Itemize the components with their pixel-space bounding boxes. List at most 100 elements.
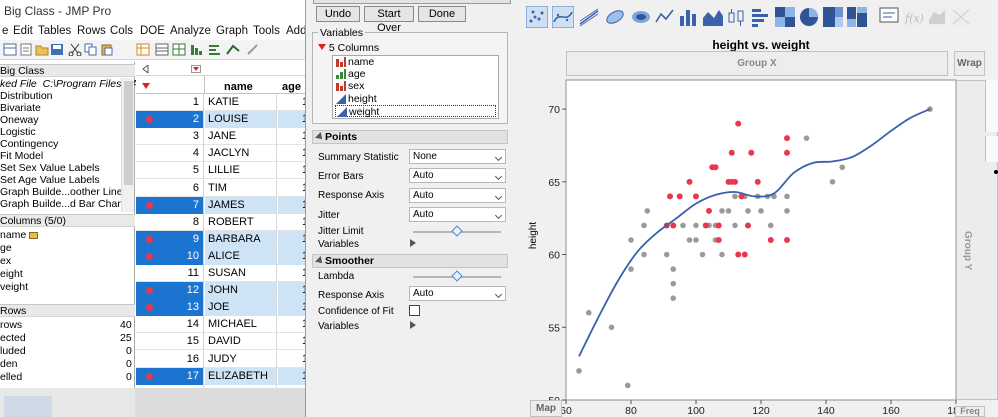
jitter-limit-label: Jitter Limit [318, 226, 364, 237]
variable-item-name[interactable]: name [335, 56, 496, 68]
smoother-section-header[interactable]: Smoother [312, 254, 508, 268]
data-point [767, 222, 774, 229]
y-tick-label: 70 [548, 104, 560, 116]
line-of-fit-icon[interactable] [578, 6, 600, 28]
y-axis-title[interactable]: height [528, 222, 539, 249]
smoother-icon[interactable] [552, 6, 574, 28]
jitter-label: Jitter [318, 210, 340, 221]
data-point-selected [667, 193, 673, 200]
jitter-dropdown[interactable]: Auto [409, 207, 506, 222]
y-tick-label: 65 [548, 177, 560, 189]
data-point [784, 193, 790, 200]
variable-item-weight[interactable]: weight [335, 104, 496, 118]
variables-group-title: Variables [318, 27, 365, 39]
data-point-selected [712, 164, 719, 171]
data-point-selected [784, 149, 790, 156]
data-point [670, 280, 677, 287]
data-point [803, 135, 810, 141]
map-shapes-icon[interactable] [926, 6, 948, 28]
smoother-response-axis-dropdown[interactable]: Auto [409, 286, 506, 301]
data-point-selected [767, 237, 774, 243]
data-point [745, 208, 751, 214]
right-zone-2[interactable] [985, 136, 998, 162]
x-tick-label: 160 [882, 405, 900, 417]
treemap-icon[interactable] [822, 6, 844, 28]
points-variables-expand-icon[interactable] [410, 239, 416, 247]
data-point [719, 251, 725, 258]
mosaic-icon[interactable] [846, 6, 868, 28]
columns-header[interactable]: 5 Columns [318, 42, 379, 54]
data-point [663, 251, 670, 258]
data-point [576, 368, 582, 374]
undo-button[interactable]: Undo [316, 6, 360, 22]
histogram-icon[interactable] [750, 6, 772, 28]
data-point-selected [715, 222, 722, 229]
data-point [732, 193, 738, 200]
points-section-header[interactable]: Points [312, 130, 508, 144]
data-point [670, 295, 677, 301]
smoother-response-axis-label: Response Axis [318, 290, 385, 301]
error-bars-dropdown[interactable]: Auto [409, 168, 506, 183]
start-over-button[interactable]: Start Over [364, 6, 414, 34]
data-point [699, 251, 706, 258]
smoother-variables-label: Variables [318, 321, 359, 332]
variable-label: name [348, 56, 375, 68]
response-axis-label: Response Axis [318, 190, 385, 201]
variable-label: weight [349, 105, 380, 118]
confidence-of-fit-checkbox[interactable] [409, 305, 420, 316]
y-tick-label: 60 [548, 250, 560, 262]
data-point-selected [702, 222, 709, 229]
confidence-of-fit-label: Confidence of Fit [318, 306, 394, 317]
x-tick-label: 140 [817, 405, 835, 417]
parallel-icon[interactable] [950, 6, 972, 28]
variable-label: sex [348, 80, 365, 93]
points-icon[interactable] [526, 6, 548, 28]
data-point [644, 208, 651, 214]
data-point [693, 222, 699, 229]
heatmap-icon[interactable] [774, 6, 796, 28]
map-zone[interactable]: Map [530, 400, 562, 417]
data-point-selected [735, 120, 742, 127]
data-point [628, 266, 634, 272]
wrap-zone[interactable]: Wrap [954, 51, 985, 76]
response-axis-dropdown[interactable]: Auto [409, 188, 506, 203]
variable-item-sex[interactable]: sex [335, 80, 496, 92]
x-tick-label: 120 [752, 405, 770, 417]
variable-item-age[interactable]: age [335, 68, 496, 80]
summary-statistic-dropdown[interactable]: None [409, 149, 506, 164]
data-point-selected [735, 251, 742, 258]
data-point-selected [670, 222, 677, 229]
y-tick-label: 55 [548, 322, 560, 334]
bar-icon[interactable] [678, 6, 700, 28]
right-zone-1[interactable] [985, 80, 998, 132]
data-point [585, 309, 592, 316]
data-point [641, 251, 647, 258]
data-point [608, 324, 615, 331]
done-button[interactable]: Done [418, 6, 466, 22]
data-point [839, 164, 846, 171]
gb-top-bar [313, 0, 511, 4]
freq-zone[interactable]: Freq [955, 406, 985, 417]
variable-item-height[interactable]: height [335, 93, 496, 105]
ellipse-icon[interactable] [604, 6, 626, 28]
data-point [829, 179, 836, 185]
contour-icon[interactable] [630, 6, 652, 28]
data-point [693, 237, 699, 243]
data-point-selected [784, 135, 790, 142]
error-bars-label: Error Bars [318, 171, 364, 182]
line-icon[interactable] [654, 6, 676, 28]
data-point [670, 266, 677, 272]
group-y-label: Group Y [962, 231, 973, 271]
lambda-label: Lambda [318, 271, 355, 282]
box-plot-icon[interactable] [726, 6, 748, 28]
data-point [725, 208, 732, 214]
variable-list-items: name age sex height weight [333, 56, 498, 118]
caption-box-icon[interactable] [878, 6, 900, 28]
area-icon[interactable] [702, 6, 724, 28]
formula-icon[interactable]: f(x) [902, 6, 924, 28]
data-point-selected [754, 178, 761, 185]
smoother-variables-expand-icon[interactable] [410, 321, 416, 329]
red-triangle-icon [318, 44, 326, 50]
pie-icon[interactable] [798, 6, 820, 28]
group-x-zone[interactable]: Group X [566, 51, 948, 76]
